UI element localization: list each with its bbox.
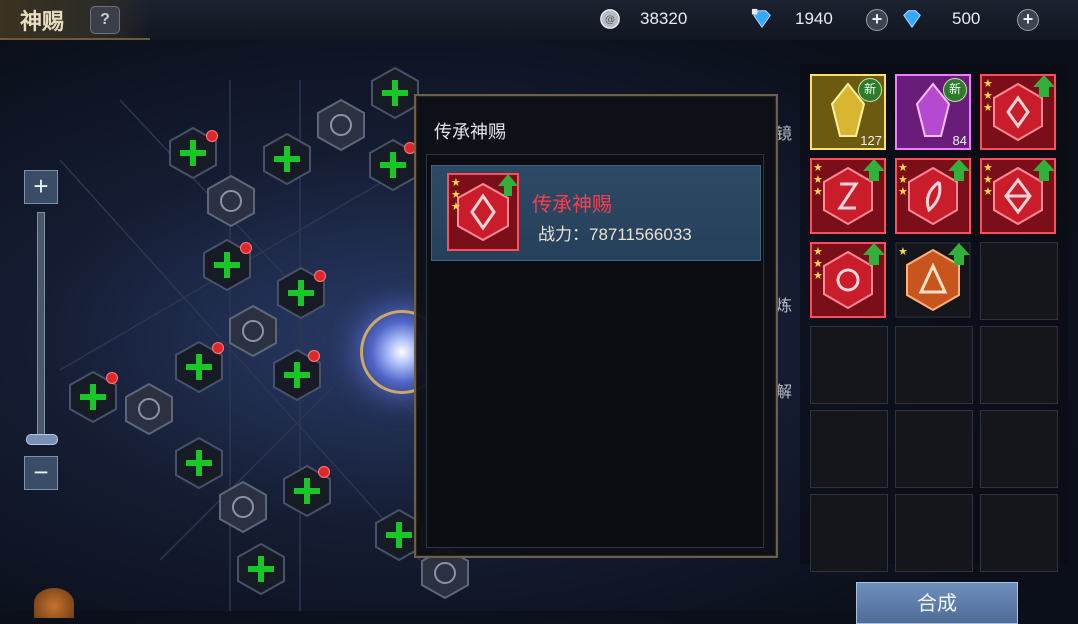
skill-node-plus[interactable]	[234, 542, 288, 596]
svg-text:★: ★	[983, 174, 993, 186]
inventory-item-red-emblem[interactable]: ★ ★ ★	[980, 158, 1056, 234]
inventory-slot-empty[interactable]	[810, 494, 888, 572]
svg-text:★: ★	[898, 186, 908, 198]
inventory-slot-empty[interactable]	[810, 410, 888, 488]
svg-text:★: ★	[813, 246, 823, 258]
inventory-slot-empty[interactable]	[980, 410, 1058, 488]
bound-diamond-value: 1940	[795, 9, 833, 28]
svg-text:★: ★	[898, 246, 908, 258]
svg-text:★: ★	[813, 186, 823, 198]
inventory-item-red-emblem[interactable]: ★ ★ ★	[810, 242, 886, 318]
side-tab[interactable]: 解	[776, 378, 794, 402]
item-count: 127	[860, 133, 882, 148]
notification-dot	[318, 466, 330, 478]
silver-coin-icon: @	[600, 9, 620, 29]
svg-text:★: ★	[983, 90, 993, 102]
popup-list: ★ ★ ★ 传承神赐 战力：78711566033	[426, 154, 764, 548]
zoom-slider-track[interactable]	[37, 212, 45, 442]
red-emblem-icon: ★ ★ ★	[447, 173, 519, 251]
entry-power: 战力：78711566033	[538, 225, 692, 244]
inventory-slot-empty[interactable]	[895, 326, 973, 404]
craft-button[interactable]: 合成	[856, 582, 1018, 624]
silver-value: 38320	[640, 9, 688, 28]
new-badge: 新	[858, 78, 882, 102]
notification-dot	[314, 270, 326, 282]
side-tab[interactable]: 炼	[776, 292, 794, 316]
svg-text:★: ★	[813, 258, 823, 270]
help-button[interactable]: ?	[90, 6, 120, 34]
inventory-item-orange-emblem[interactable]: ★	[895, 242, 971, 318]
notification-dot	[308, 350, 320, 362]
svg-text:★: ★	[983, 162, 993, 174]
red-emblem-icon: ★★★	[810, 242, 886, 318]
side-tab[interactable]: 镜	[776, 120, 794, 144]
svg-text:★: ★	[898, 162, 908, 174]
entry-name: 传承神赐	[532, 192, 612, 216]
zoom-slider-thumb[interactable]	[26, 434, 58, 445]
red-emblem-icon: ★★★	[980, 158, 1056, 234]
svg-text:★: ★	[898, 174, 908, 186]
notification-dot	[106, 372, 118, 384]
inventory-slot-empty[interactable]	[895, 410, 973, 488]
diamond-icon	[903, 10, 921, 29]
item-count: 84	[952, 133, 967, 148]
new-badge: 新	[943, 78, 967, 102]
skill-node-locked[interactable]	[314, 98, 368, 152]
skill-node-locked[interactable]	[204, 174, 258, 228]
inventory-slot-empty[interactable]	[895, 494, 973, 572]
inventory-item-red-emblem[interactable]: ★ ★ ★	[810, 158, 886, 234]
red-emblem-icon: ★★★	[810, 158, 886, 234]
inventory-grid: 新 127 新 84 ★ ★ ★ ★ ★ ★ ★ ★ ★ ★ ★ ★ ★ ★ ★…	[800, 64, 1068, 572]
red-emblem-icon: ★★★	[980, 74, 1056, 150]
inventory-item-gold-crystal[interactable]: 新 127	[810, 74, 886, 150]
inventory-slot-empty[interactable]	[980, 242, 1058, 320]
list-item[interactable]: ★ ★ ★ 传承神赐 战力：78711566033	[431, 165, 761, 261]
orange-emblem-icon: ★	[895, 242, 971, 318]
skill-node-locked[interactable]	[216, 480, 270, 534]
inventory-slot-empty[interactable]	[810, 326, 888, 404]
inventory-item-red-emblem[interactable]: ★ ★ ★	[895, 158, 971, 234]
skill-node-locked[interactable]	[226, 304, 280, 358]
add-bound-diamond-button[interactable]: +	[866, 9, 888, 31]
title-plate: 神赐	[0, 0, 150, 40]
inventory-item-purple-crystal[interactable]: 新 84	[895, 74, 971, 150]
zoom-control: + −	[24, 170, 58, 492]
svg-text:★: ★	[451, 177, 461, 189]
skill-node-locked[interactable]	[122, 382, 176, 436]
inventory-slot-empty[interactable]	[980, 494, 1058, 572]
svg-text:★: ★	[451, 189, 461, 201]
inheritance-popup: 传承神赐 ★ ★ ★ 传承神赐 战力：78711566033	[414, 94, 778, 558]
popup-title: 传承神赐	[434, 122, 506, 142]
svg-text:★: ★	[983, 186, 993, 198]
svg-text:★: ★	[983, 78, 993, 90]
add-diamond-button[interactable]: +	[1017, 9, 1039, 31]
pumpkin-icon[interactable]	[34, 588, 74, 618]
svg-text:★: ★	[813, 174, 823, 186]
inventory-item-red-emblem[interactable]: ★ ★ ★	[980, 74, 1056, 150]
svg-text:★: ★	[983, 102, 993, 114]
svg-text:@: @	[605, 15, 615, 26]
page-title: 神赐	[20, 10, 65, 35]
red-emblem-icon: ★★★	[895, 158, 971, 234]
skill-node-plus[interactable]	[260, 132, 314, 186]
notification-dot	[212, 342, 224, 354]
svg-text:★: ★	[813, 162, 823, 174]
notification-dot	[240, 242, 252, 254]
svg-text:★: ★	[813, 270, 823, 282]
svg-text:★: ★	[451, 201, 461, 213]
inventory-slot-empty[interactable]	[980, 326, 1058, 404]
bound-diamond-icon	[751, 8, 771, 29]
zoom-in-button[interactable]: +	[24, 170, 58, 204]
diamond-value: 500	[952, 9, 981, 28]
notification-dot	[206, 130, 218, 142]
zoom-out-button[interactable]: −	[24, 456, 58, 490]
